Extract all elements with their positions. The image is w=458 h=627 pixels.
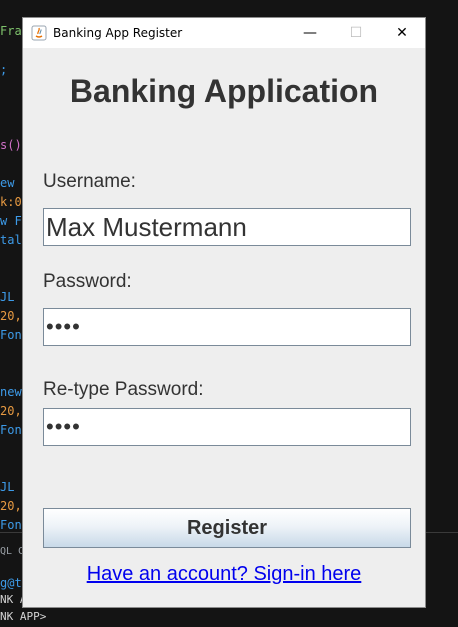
terminal-tab-label: QL C	[0, 546, 25, 557]
editor-line: JL	[0, 480, 15, 494]
editor-line: k:0	[0, 195, 22, 209]
close-button[interactable]: ✕	[379, 18, 425, 48]
password-label: Password:	[43, 271, 132, 292]
password-field[interactable]: ••••	[43, 308, 411, 346]
window-title: Banking App Register	[53, 26, 183, 40]
username-label: Username:	[43, 171, 136, 192]
editor-line: s()	[0, 138, 22, 152]
editor-line: 20,	[0, 404, 22, 418]
editor-line: ;	[0, 63, 8, 77]
editor-line: 20,	[0, 499, 22, 513]
signin-link[interactable]: Have an account? Sign-in here	[23, 563, 425, 586]
terminal-prompt: NK APP>	[0, 610, 47, 623]
register-window: Banking App Register — ☐ ✕ Banking Appli…	[22, 17, 426, 608]
editor-line: 20,	[0, 309, 22, 323]
editor-line: w F	[0, 214, 22, 228]
editor-line: Fon	[0, 423, 22, 437]
window-controls: — ☐ ✕	[287, 18, 425, 48]
java-app-icon	[31, 25, 47, 41]
minimize-button[interactable]: —	[287, 18, 333, 48]
retype-password-field[interactable]: ••••	[43, 408, 411, 446]
register-button[interactable]: Register	[43, 508, 411, 548]
title-bar[interactable]: Banking App Register — ☐ ✕	[23, 18, 425, 48]
retype-password-label: Re-type Password:	[43, 379, 204, 400]
editor-line: Fon	[0, 518, 22, 532]
editor-line: ew	[0, 176, 15, 190]
editor-line: JL	[0, 290, 15, 304]
username-field[interactable]: Max Mustermann	[43, 208, 411, 246]
page-title: Banking Application	[69, 73, 379, 109]
editor-line: tal	[0, 233, 22, 247]
editor-line: Fon	[0, 328, 22, 342]
editor-line: new	[0, 385, 22, 399]
maximize-button[interactable]: ☐	[333, 18, 379, 48]
